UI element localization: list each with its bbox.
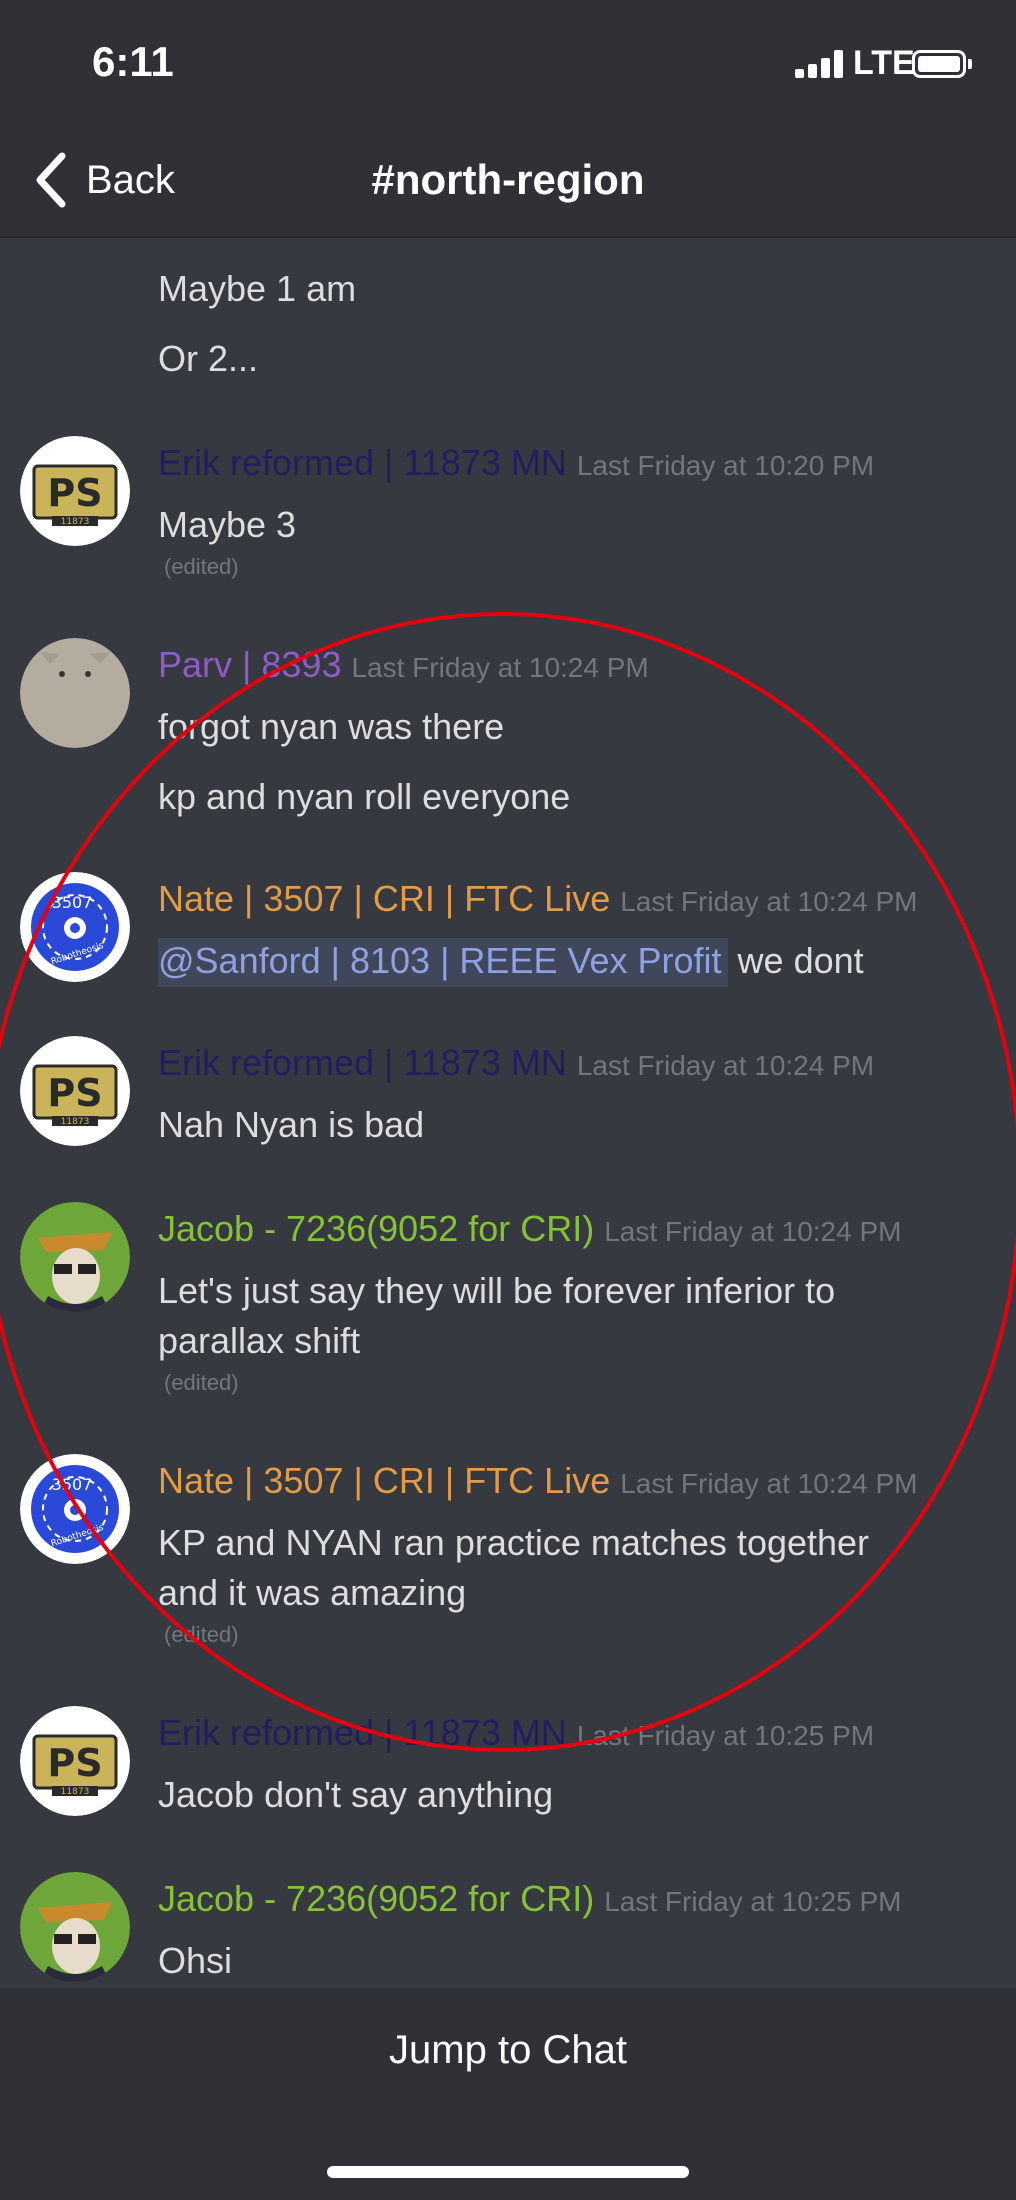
- channel-title: #north-region: [371, 156, 645, 203]
- nav-bar: Back #north-region: [0, 120, 1016, 238]
- message-header: Erik reformed | 11873 MN Last Friday at 1…: [158, 1042, 874, 1084]
- gear-logo-icon: 3507 Robotheosis: [20, 872, 130, 982]
- message-header: Parv | 8393 Last Friday at 10:24 PM: [158, 644, 649, 686]
- network-label: LTE: [853, 44, 915, 82]
- avatar-jacob[interactable]: [20, 1872, 130, 1982]
- ps-logo-icon: PS 11873: [20, 436, 130, 546]
- avatar-jacob[interactable]: [20, 1202, 130, 1312]
- avatar-nate[interactable]: 3507 Robotheosis: [20, 1454, 130, 1564]
- footer-bar: Jump to Chat: [0, 1988, 1016, 2200]
- message-text-tail: we dont: [727, 940, 864, 981]
- username[interactable]: Erik reformed | 11873 MN: [158, 442, 567, 483]
- message-text: Maybe 3: [158, 504, 297, 545]
- message-header: Jacob - 7236(9052 for CRI) Last Friday at…: [158, 1878, 901, 1920]
- ps-logo-sub: 11873: [61, 1117, 90, 1127]
- ps-logo-text: PS: [47, 1741, 102, 1785]
- message-text: Nah Nyan is bad: [158, 1104, 425, 1145]
- ps-logo-icon: PS 11873: [20, 1706, 130, 1816]
- message-header: Erik reformed | 11873 MN Last Friday at 1…: [158, 442, 874, 484]
- message-text: KP and NYAN ran practice matches togethe…: [158, 1522, 870, 1563]
- timestamp: Last Friday at 10:25 PM: [604, 1886, 902, 1917]
- username[interactable]: Erik reformed | 11873 MN: [158, 1712, 567, 1753]
- timestamp: Last Friday at 10:24 PM: [620, 886, 918, 917]
- edited-label: (edited): [164, 554, 239, 579]
- timestamp: Last Friday at 10:20 PM: [576, 450, 875, 481]
- username[interactable]: Nate | 3507 | CRI | FTC Live: [158, 878, 610, 919]
- message-header: Nate | 3507 | CRI | FTC Live Last Friday …: [158, 1460, 917, 1502]
- avatar-erik[interactable]: PS 11873: [20, 1706, 130, 1816]
- message-text: forgot nyan was there: [158, 706, 505, 747]
- message-text: Jacob don't say anything: [158, 1774, 554, 1815]
- message-header: Erik reformed | 11873 MN Last Friday at 1…: [158, 1712, 874, 1754]
- character-avatar-icon: [20, 1872, 130, 1982]
- ps-logo-sub: 11873: [61, 1787, 90, 1797]
- message-text: Ohsi: [158, 1940, 233, 1981]
- battery-icon: [912, 50, 966, 78]
- message-header: Jacob - 7236(9052 for CRI) Last Friday at…: [158, 1208, 901, 1250]
- message-text: Let's just say they will be forever infe…: [158, 1270, 836, 1311]
- character-avatar-icon: [20, 1202, 130, 1312]
- avatar-nate[interactable]: 3507 Robotheosis: [20, 872, 130, 982]
- edited-label: (edited): [164, 1622, 239, 1647]
- gear-logo-icon: 3507 Robotheosis: [20, 1454, 130, 1564]
- ps-logo-sub: 11873: [61, 517, 90, 527]
- message-text: and it was amazing: [158, 1572, 467, 1613]
- signal-icon: [795, 50, 847, 78]
- edited-label: (edited): [164, 1370, 239, 1395]
- avatar-erik[interactable]: PS 11873: [20, 436, 130, 546]
- message-text: Or 2...: [158, 338, 259, 379]
- avatar-parv[interactable]: [20, 638, 130, 748]
- message-text: parallax shift: [158, 1320, 361, 1361]
- team-logo-text: 3507: [52, 1475, 93, 1494]
- user-mention[interactable]: @Sanford | 8103 | REEE Vex Profit: [158, 938, 728, 987]
- timestamp: Last Friday at 10:24 PM: [604, 1216, 902, 1247]
- home-indicator[interactable]: [327, 2166, 689, 2178]
- ps-logo-text: PS: [47, 1071, 102, 1115]
- timestamp: Last Friday at 10:24 PM: [351, 652, 649, 683]
- status-time: 6:11: [92, 38, 174, 85]
- status-bar: 6:11 LTE: [0, 0, 1016, 120]
- timestamp: Last Friday at 10:24 PM: [576, 1050, 875, 1081]
- timestamp: Last Friday at 10:24 PM: [620, 1468, 918, 1499]
- username[interactable]: Jacob - 7236(9052 for CRI): [158, 1208, 594, 1249]
- avatar-erik[interactable]: PS 11873: [20, 1036, 130, 1146]
- timestamp: Last Friday at 10:25 PM: [576, 1720, 875, 1751]
- username[interactable]: Nate | 3507 | CRI | FTC Live: [158, 1460, 610, 1501]
- message-text: kp and nyan roll everyone: [158, 776, 571, 817]
- battery-tip: [968, 59, 972, 69]
- message-text: @Sanford | 8103 | REEE Vex Profit we don…: [158, 938, 864, 987]
- ps-logo-icon: PS 11873: [20, 1036, 130, 1146]
- username[interactable]: Erik reformed | 11873 MN: [158, 1042, 567, 1083]
- team-logo-text: 3507: [52, 893, 93, 912]
- username[interactable]: Parv | 8393: [158, 644, 341, 685]
- cat-avatar-icon: [20, 638, 130, 748]
- message-text: Maybe 1 am: [158, 268, 357, 309]
- ps-logo-text: PS: [47, 471, 102, 515]
- jump-to-chat-button[interactable]: Jump to Chat: [0, 2028, 1016, 2073]
- message-header: Nate | 3507 | CRI | FTC Live Last Friday …: [158, 878, 917, 920]
- username[interactable]: Jacob - 7236(9052 for CRI): [158, 1878, 594, 1919]
- message-list[interactable]: Maybe 1 am Or 2... PS 11873 Erik reforme…: [0, 238, 1016, 1988]
